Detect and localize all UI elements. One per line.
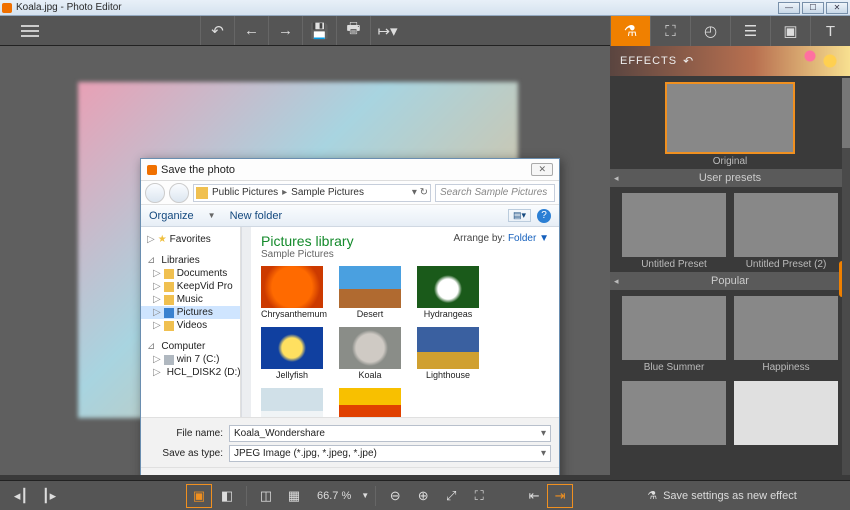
savetype-label: Save as type: [149,448,229,459]
picture-item[interactable]: Koala [339,327,401,380]
effect-preset[interactable]: Untitled Preset (2) [734,193,838,270]
picture-item[interactable]: Desert [339,266,401,319]
print-button[interactable]: 🖶 [336,16,370,45]
view-mode-button[interactable]: ▤▾ [508,209,531,222]
next-photo-button[interactable]: ┃▸ [36,484,62,508]
tree-item[interactable]: Videos [177,320,207,331]
window-title: Koala.jpg - Photo Editor [16,2,122,13]
section-user-presets[interactable]: ◂User presets [610,169,850,187]
help-button[interactable]: ? [537,209,551,223]
view-compare-button[interactable]: ◧ [214,484,240,508]
prev-photo-button[interactable]: ◂┃ [8,484,34,508]
tab-frame[interactable]: ▣ [770,16,810,46]
effect-preset[interactable]: Happiness [734,296,838,373]
effects-panel: EFFECTS ↶ Original ◂User presets Untitle… [610,46,850,475]
window-titlebar: Koala.jpg - Photo Editor — ☐ ✕ [0,0,850,16]
effect-preset[interactable] [622,381,726,445]
new-folder-button[interactable]: New folder [230,210,283,222]
effect-original[interactable]: Original [665,82,795,167]
actual-size-button[interactable]: ⛶ [466,484,492,508]
filename-input[interactable]: Koala_Wondershare▾ [229,425,551,442]
tree-item[interactable]: HCL_DISK2 (D:) [167,367,241,378]
undo-button[interactable]: ↶ [200,16,234,45]
save-effect-button[interactable]: Save settings as new effect [663,490,797,502]
section-popular[interactable]: ◂Popular [610,272,850,290]
picture-item[interactable]: Chrysanthemum [261,266,323,319]
picture-item[interactable]: Penguins [261,388,323,417]
zoom-in-button[interactable]: ⊕ [410,484,436,508]
arrange-label: Arrange by: [453,233,505,244]
search-input[interactable]: Search Sample Pictures [435,184,555,202]
right-tool-tabs: ⚗ ⛶ ◴ ☰ ▣ T [610,16,850,46]
effect-preset[interactable]: Untitled Preset [622,193,726,270]
back-button[interactable]: ← [234,16,268,45]
tree-item[interactable]: Music [177,294,203,305]
view-single-button[interactable]: ▣ [186,484,212,508]
forward-button[interactable]: → [268,16,302,45]
tab-effects[interactable]: ⚗ [610,16,650,46]
panel-scrollbar[interactable] [842,78,850,475]
close-button[interactable]: ✕ [826,2,848,14]
fit-button[interactable]: ⤢ [438,484,464,508]
folder-tree[interactable]: ▷★Favorites ⊿Libraries ▷Documents ▷KeepV… [141,227,241,417]
export-button[interactable]: ↦▾ [370,16,404,45]
effect-preset[interactable]: Blue Summer [622,296,726,373]
nav-back-button[interactable] [145,183,165,203]
view-grid-button[interactable]: ▦ [281,484,307,508]
picture-item[interactable]: Tulips [339,388,401,417]
nav-forward-button[interactable] [169,183,189,203]
effect-preset[interactable] [734,381,838,445]
picture-item[interactable]: Lighthouse [417,327,479,380]
tab-rotate[interactable]: ◴ [690,16,730,46]
picture-item[interactable]: Hydrangeas [417,266,479,319]
tab-crop[interactable]: ⛶ [650,16,690,46]
tree-item[interactable]: win 7 (C:) [177,354,220,365]
tree-computer[interactable]: Computer [161,341,205,352]
dialog-close-button[interactable]: ✕ [531,163,553,176]
dialog-app-icon [147,165,157,175]
tree-item[interactable]: KeepVid Pro [177,281,233,292]
maximize-button[interactable]: ☐ [802,2,824,14]
minimize-button[interactable]: — [778,2,800,14]
organize-menu[interactable]: Organize [149,210,194,222]
arrange-value[interactable]: Folder [508,233,536,244]
save-button[interactable]: 💾 [302,16,336,45]
tree-libraries[interactable]: Libraries [161,255,199,266]
flask-icon: ⚗ [647,489,657,502]
zoom-out-button[interactable]: ⊖ [382,484,408,508]
bottom-toolbar: ◂┃ ┃▸ ▣ ◧ ◫ ▦ 66.7 %▼ ⊖ ⊕ ⤢ ⛶ ⇤ ⇥ ⚗ Save… [0,480,850,510]
search-placeholder: Search Sample Pictures [440,187,547,198]
tree-item-selected[interactable]: Pictures [177,307,213,318]
save-dialog: Save the photo ✕ Public Pictures▸ Sample… [140,158,560,475]
canvas-area[interactable]: Save the photo ✕ Public Pictures▸ Sample… [0,46,610,475]
tree-scrollbar[interactable] [241,227,251,417]
filename-label: File name: [149,428,229,439]
folder-icon [196,187,208,199]
savetype-select[interactable]: JPEG Image (*.jpg, *.jpeg, *.jpe)▾ [229,445,551,462]
header-decoration [770,46,850,76]
dialog-title: Save the photo [161,164,235,176]
app-logo-icon [2,3,12,13]
tree-favorites[interactable]: Favorites [170,234,211,245]
tab-adjust[interactable]: ☰ [730,16,770,46]
breadcrumb-seg[interactable]: Sample Pictures [291,187,364,198]
tab-text[interactable]: T [810,16,850,46]
library-subtitle: Sample Pictures [261,249,549,260]
breadcrumb-seg[interactable]: Public Pictures [212,187,278,198]
tree-item[interactable]: Documents [177,268,228,279]
undo-effects-icon[interactable]: ↶ [683,54,694,68]
menu-button[interactable] [0,16,60,45]
picture-grid: Chrysanthemum Desert Hydrangeas Jellyfis… [261,266,549,417]
zoom-value[interactable]: 66.7 % [309,490,359,502]
effects-title: EFFECTS [620,55,677,67]
export-image-button[interactable]: ⇥ [547,484,573,508]
picture-item[interactable]: Jellyfish [261,327,323,380]
address-bar[interactable]: Public Pictures▸ Sample Pictures ▾ ↻ [193,184,431,202]
view-split-button[interactable]: ◫ [253,484,279,508]
dialog-titlebar: Save the photo ✕ [141,159,559,181]
import-button[interactable]: ⇤ [521,484,547,508]
